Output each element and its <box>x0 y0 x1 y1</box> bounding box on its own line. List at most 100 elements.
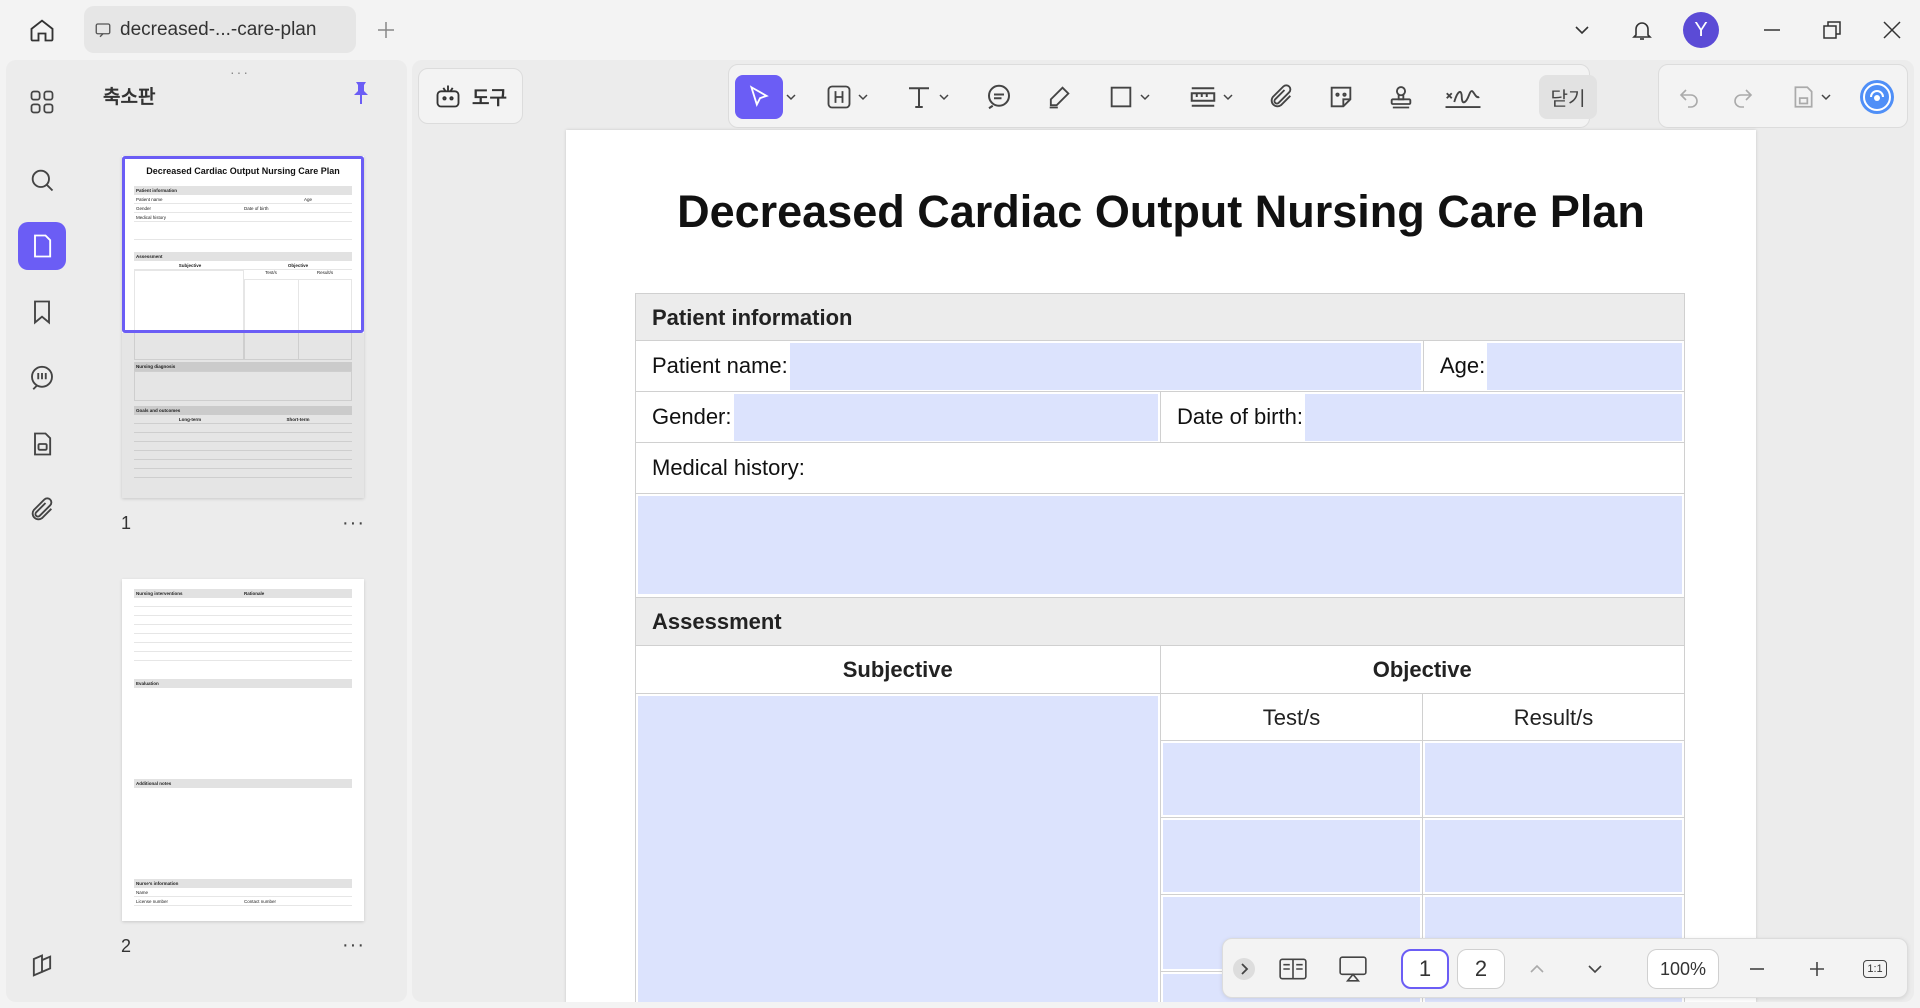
medical-history-field[interactable] <box>638 496 1682 594</box>
attachment-icon[interactable] <box>18 486 66 534</box>
annotation-toolbar: 닫기 <box>728 64 1597 128</box>
assessment-header-row: Subjective Objective <box>635 646 1685 694</box>
note-tool[interactable] <box>977 75 1021 119</box>
mini-evaluation: Evaluation <box>134 679 352 688</box>
gender-label: Gender: <box>652 404 732 429</box>
care-plan-form: Patient information Patient name: Age: G… <box>635 293 1685 1002</box>
save-icon[interactable] <box>1783 75 1839 119</box>
zoom-in-icon[interactable] <box>1797 949 1837 989</box>
actual-size-button[interactable]: 1:1 <box>1855 949 1895 989</box>
tab-title: decreased-...-care-plan <box>120 18 317 40</box>
measure-tool[interactable] <box>1179 75 1243 119</box>
thumbnail-icon[interactable] <box>18 222 66 270</box>
tabs-dropdown-icon[interactable] <box>1562 10 1602 50</box>
undo-icon[interactable] <box>1667 75 1711 119</box>
thumbnail-panel: ··· 축소판 Decreased Cardiac Output Nursing… <box>78 60 407 1002</box>
page-1-button[interactable]: 1 <box>1401 949 1449 989</box>
result-field[interactable] <box>1425 743 1682 815</box>
medical-history-row: Medical history: <box>635 443 1685 494</box>
bell-icon[interactable] <box>1622 10 1662 50</box>
comment-icon[interactable] <box>18 354 66 402</box>
reading-mode-icon[interactable] <box>1273 949 1313 989</box>
actual-size-label: 1:1 <box>1863 960 1887 978</box>
highlight-tool[interactable] <box>817 75 877 119</box>
subjective-cell <box>636 694 1161 1002</box>
sticker-tool[interactable] <box>1319 75 1363 119</box>
select-dropdown-icon[interactable] <box>783 75 799 119</box>
tools-button[interactable]: 도구 <box>418 68 523 124</box>
dob-label: Date of birth: <box>1177 404 1303 429</box>
pin-icon[interactable] <box>346 78 376 108</box>
section-assessment: Assessment <box>635 598 1685 646</box>
tools-label: 도구 <box>472 87 507 109</box>
test-row <box>1161 818 1684 895</box>
avatar[interactable]: Y <box>1681 10 1721 50</box>
toolbox-icon <box>434 82 462 110</box>
mini-additional-notes: Additional notes <box>134 779 352 788</box>
section-patient-information: Patient information <box>635 293 1685 341</box>
zoom-out-icon[interactable] <box>1737 949 1777 989</box>
objective-subheader: Test/s Result/s <box>1161 694 1684 741</box>
apps-icon[interactable] <box>18 78 66 126</box>
history-toolbar <box>1658 64 1908 128</box>
mini-interventions: Nursing interventions Rationale <box>134 589 352 661</box>
patient-name-label: Patient name: <box>652 353 788 378</box>
medical-history-field-row <box>635 494 1685 598</box>
shape-tool[interactable] <box>1097 75 1161 119</box>
new-tab-button[interactable] <box>372 16 400 44</box>
pencil-tool[interactable] <box>1037 75 1081 119</box>
text-tool[interactable] <box>897 75 957 119</box>
title-bar: decreased-...-care-plan Y <box>0 0 1920 60</box>
home-icon[interactable] <box>22 12 62 48</box>
page-thumbnail-2[interactable]: Nursing interventions Rationale Evaluatio… <box>122 579 364 921</box>
previous-page-icon[interactable] <box>1517 949 1557 989</box>
restore-icon[interactable] <box>1812 10 1852 50</box>
document-icon[interactable] <box>18 420 66 468</box>
subjective-field[interactable] <box>638 696 1158 1002</box>
signature-tool[interactable] <box>1439 75 1487 119</box>
page-2-more-button[interactable]: ··· <box>342 934 365 957</box>
close-tools-button[interactable]: 닫기 <box>1539 75 1597 119</box>
document-title: Decreased Cardiac Output Nursing Care Pl… <box>677 186 1645 237</box>
main-area: 도구 닫기 Decreased Cardiac Output Nursing C… <box>412 60 1914 1002</box>
minimize-icon[interactable] <box>1752 10 1792 50</box>
objective-header: Objective <box>1372 657 1472 682</box>
search-icon[interactable] <box>18 156 66 204</box>
page-navigation-bar: 1 2 100% 1:1 <box>1222 938 1908 998</box>
attach-file-tool[interactable] <box>1259 75 1303 119</box>
avatar-letter: Y <box>1683 12 1719 48</box>
bookmark-icon[interactable] <box>18 288 66 336</box>
zoom-level[interactable]: 100% <box>1647 949 1719 989</box>
patient-name-field[interactable] <box>789 342 1421 390</box>
document-tab[interactable]: decreased-...-care-plan <box>84 6 356 53</box>
medical-history-label: Medical history: <box>652 455 805 480</box>
page-number-1: 1 <box>121 513 132 533</box>
stamp-tool[interactable] <box>1379 75 1423 119</box>
close-window-icon[interactable] <box>1872 10 1912 50</box>
collapse-bar-icon[interactable] <box>1231 949 1257 989</box>
test-row <box>1161 741 1684 818</box>
redo-icon[interactable] <box>1721 75 1765 119</box>
next-page-icon[interactable] <box>1575 949 1615 989</box>
page-2-button[interactable]: 2 <box>1457 949 1505 989</box>
tests-header: Test/s <box>1161 694 1423 740</box>
age-field[interactable] <box>1487 342 1682 390</box>
date-of-birth-field[interactable] <box>1304 393 1682 441</box>
page-1-more-button[interactable]: ··· <box>342 512 365 535</box>
layers-icon[interactable] <box>18 942 66 990</box>
gender-field[interactable] <box>733 393 1158 441</box>
result-field[interactable] <box>1425 820 1682 892</box>
sidebar-rail <box>6 60 78 1002</box>
panel-title: 축소판 <box>103 87 156 108</box>
comment-tab-icon <box>94 21 112 39</box>
patient-name-row: Patient name: Age: <box>635 341 1685 392</box>
select-tool[interactable] <box>735 75 783 119</box>
test-field[interactable] <box>1163 820 1420 892</box>
presentation-icon[interactable] <box>1333 949 1373 989</box>
thumbnail-overflow-shade <box>122 333 364 498</box>
ai-assistant-icon[interactable] <box>1855 75 1899 119</box>
subjective-header: Subjective <box>636 646 1161 693</box>
mini-patient-info: Patient information Patient name Age Gend… <box>134 186 352 240</box>
test-field[interactable] <box>1163 743 1420 815</box>
panel-resize-handle[interactable]: ··· <box>230 64 250 80</box>
